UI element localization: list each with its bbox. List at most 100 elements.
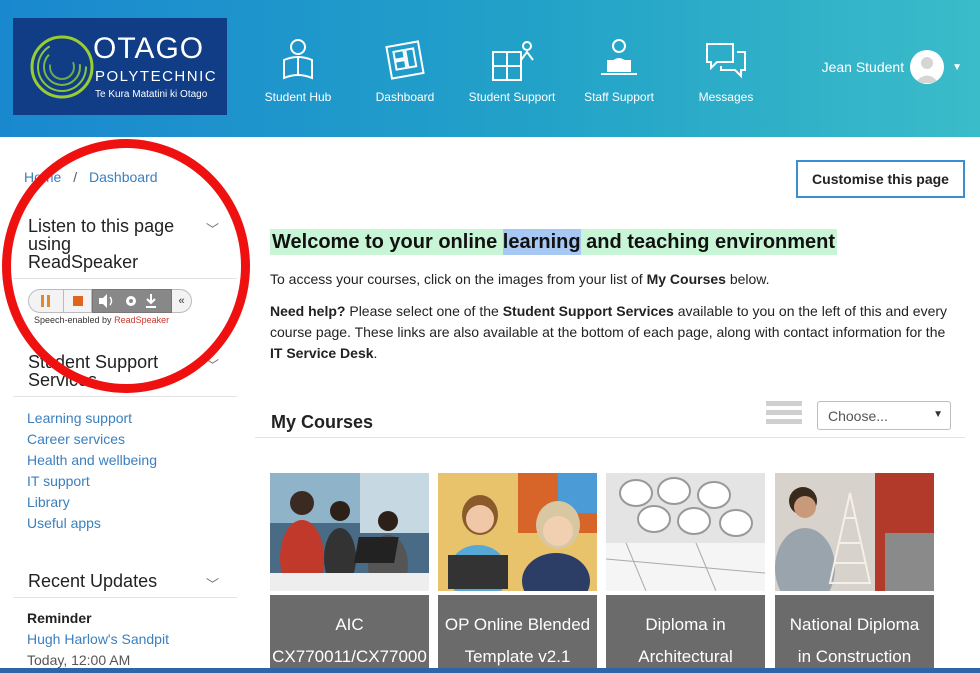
avatar[interactable] bbox=[910, 50, 945, 84]
course-image bbox=[606, 473, 765, 591]
staff-desk-icon bbox=[601, 39, 637, 75]
divider bbox=[13, 597, 237, 598]
stop-button[interactable] bbox=[64, 289, 92, 313]
logo-subtitle: POLYTECHNIC bbox=[95, 68, 218, 85]
my-courses-heading: My Courses bbox=[271, 412, 374, 432]
breadcrumb-dashboard[interactable]: Dashboard bbox=[89, 169, 158, 185]
course-card-diploma-architectural[interactable]: Diploma in Architectural bbox=[606, 473, 765, 673]
chevron-down-icon[interactable]: ﹀ bbox=[206, 355, 219, 374]
course-card-national-diploma-construction[interactable]: National Diploma in Construction bbox=[775, 473, 934, 673]
course-card-aic[interactable]: AIC CX770011/CX77000 bbox=[270, 473, 429, 673]
chevron-down-icon[interactable]: ﹀ bbox=[206, 219, 219, 238]
chevron-down-icon[interactable]: ﹀ bbox=[206, 574, 219, 593]
volume-settings-download-icons[interactable] bbox=[95, 293, 169, 309]
help-part-e: IT Service Desk bbox=[270, 345, 374, 361]
women-laptop-image bbox=[438, 473, 597, 591]
blueprint-rolls-image bbox=[606, 473, 765, 591]
course-view-select[interactable]: Choose... ▼ bbox=[817, 401, 951, 430]
support-links: Learning support Career services Health … bbox=[27, 408, 157, 534]
logo-maori-text: Te Kura Matatini ki Otago bbox=[95, 89, 208, 100]
collapse-player-icon[interactable]: « bbox=[172, 289, 192, 313]
user-avatar-icon bbox=[915, 57, 940, 83]
help-part-b: Please select one of the bbox=[345, 303, 503, 319]
link-it-support[interactable]: IT support bbox=[27, 471, 157, 492]
divider bbox=[13, 278, 237, 279]
nav-dashboard[interactable]: Dashboard bbox=[355, 38, 455, 104]
course-image bbox=[438, 473, 597, 591]
nav-label: Student Hub bbox=[264, 90, 332, 104]
otago-polytechnic-logo[interactable]: OTAGO POLYTECHNIC Te Kura Matatini ki Ot… bbox=[13, 18, 227, 115]
breadcrumb-home[interactable]: Home bbox=[24, 169, 61, 185]
reminder-link[interactable]: Hugh Harlow's Sandpit bbox=[27, 631, 169, 647]
link-library[interactable]: Library bbox=[27, 492, 157, 513]
divider bbox=[255, 437, 965, 438]
support-block-title[interactable]: Student Support Services bbox=[28, 353, 158, 389]
readspeaker-block-title[interactable]: Listen to this page using ReadSpeaker bbox=[28, 217, 174, 271]
welcome-word-highlight: learning bbox=[502, 229, 581, 255]
intro-text: To access your courses, click on the ima… bbox=[270, 271, 770, 287]
link-career-services[interactable]: Career services bbox=[27, 429, 157, 450]
nav-messages[interactable]: Messages bbox=[676, 38, 776, 104]
nav-staff-support[interactable]: Staff Support bbox=[569, 38, 669, 104]
pause-button[interactable] bbox=[28, 289, 64, 313]
breadcrumb-separator: / bbox=[73, 169, 78, 185]
reminder-heading: Reminder bbox=[27, 610, 92, 626]
link-learning-support[interactable]: Learning support bbox=[27, 408, 157, 429]
course-title: National Diploma in Construction bbox=[775, 595, 934, 673]
readspeaker-title-line1: Listen to this page bbox=[28, 216, 175, 236]
puzzle-people-icon bbox=[492, 41, 534, 81]
student-reading-icon bbox=[283, 39, 313, 80]
user-menu[interactable]: Jean Student ▼ bbox=[822, 50, 962, 84]
course-title: AIC CX770011/CX77000 bbox=[270, 595, 429, 673]
chat-bubbles-icon bbox=[706, 43, 746, 79]
nav-student-hub[interactable]: Student Hub bbox=[248, 38, 348, 104]
credit-brand: ReadSpeaker bbox=[114, 315, 170, 325]
nav-label: Messages bbox=[698, 90, 754, 104]
help-text: Need help? Please select one of the Stud… bbox=[270, 301, 960, 364]
construction-model-image bbox=[775, 473, 934, 591]
readspeaker-title-line3: ReadSpeaker bbox=[28, 252, 139, 272]
support-title-line1: Student Support bbox=[28, 352, 159, 372]
nav-student-support[interactable]: Student Support bbox=[462, 38, 562, 104]
intro-part-b: My Courses bbox=[646, 271, 726, 287]
course-title: OP Online Blended Template v2.1 bbox=[438, 595, 597, 673]
link-health-wellbeing[interactable]: Health and wellbeing bbox=[27, 450, 157, 471]
chevron-down-icon: ▼ bbox=[952, 61, 962, 73]
stop-icon bbox=[72, 296, 83, 306]
reminder-time: Today, 12:00 AM bbox=[27, 652, 131, 668]
welcome-highlight: Welcome to your online learning and teac… bbox=[270, 229, 838, 255]
nav-label: Dashboard bbox=[375, 90, 435, 104]
course-title-line1: AIC bbox=[335, 615, 364, 634]
readspeaker-tools bbox=[92, 289, 172, 313]
help-part-c: Student Support Services bbox=[502, 303, 674, 319]
recent-updates-title[interactable]: Recent Updates bbox=[28, 572, 157, 590]
readspeaker-credit[interactable]: Speech-enabled by ReadSpeaker bbox=[34, 315, 169, 325]
help-part-f: . bbox=[373, 345, 378, 361]
course-image bbox=[270, 473, 429, 591]
select-value: Choose... bbox=[828, 408, 888, 424]
logo-text: OTAGO bbox=[93, 32, 205, 65]
list-view-icon[interactable] bbox=[766, 401, 802, 429]
breadcrumb: Home / Dashboard bbox=[24, 169, 158, 185]
chevron-down-icon: ▼ bbox=[933, 409, 943, 420]
readspeaker-title-line2: using bbox=[28, 234, 72, 254]
welcome-heading: Welcome to your online learning and teac… bbox=[270, 229, 838, 257]
welcome-part-a: Welcome to your online bbox=[272, 231, 503, 253]
credit-prefix: Speech-enabled by bbox=[34, 315, 112, 325]
students-laptop-image bbox=[270, 473, 429, 591]
window-bottom-bar bbox=[0, 668, 980, 673]
user-name: Jean Student bbox=[821, 59, 905, 75]
divider bbox=[13, 396, 237, 397]
intro-part-c: below. bbox=[725, 271, 770, 287]
link-useful-apps[interactable]: Useful apps bbox=[27, 513, 157, 534]
course-card-op-online-blended[interactable]: OP Online Blended Template v2.1 bbox=[438, 473, 597, 673]
support-title-line2: Services bbox=[28, 370, 98, 390]
help-part-a: Need help? bbox=[270, 303, 346, 319]
pause-icon bbox=[41, 295, 50, 307]
course-title-line1: OP Online Blended bbox=[444, 615, 591, 634]
course-title-line1: Diploma in bbox=[645, 615, 726, 634]
customise-page-button[interactable]: Customise this page bbox=[796, 160, 965, 198]
intro-part-a: To access your courses, click on the ima… bbox=[270, 271, 647, 287]
course-title-line1: National Diploma bbox=[789, 615, 920, 634]
welcome-part-c: and teaching environment bbox=[580, 231, 836, 253]
